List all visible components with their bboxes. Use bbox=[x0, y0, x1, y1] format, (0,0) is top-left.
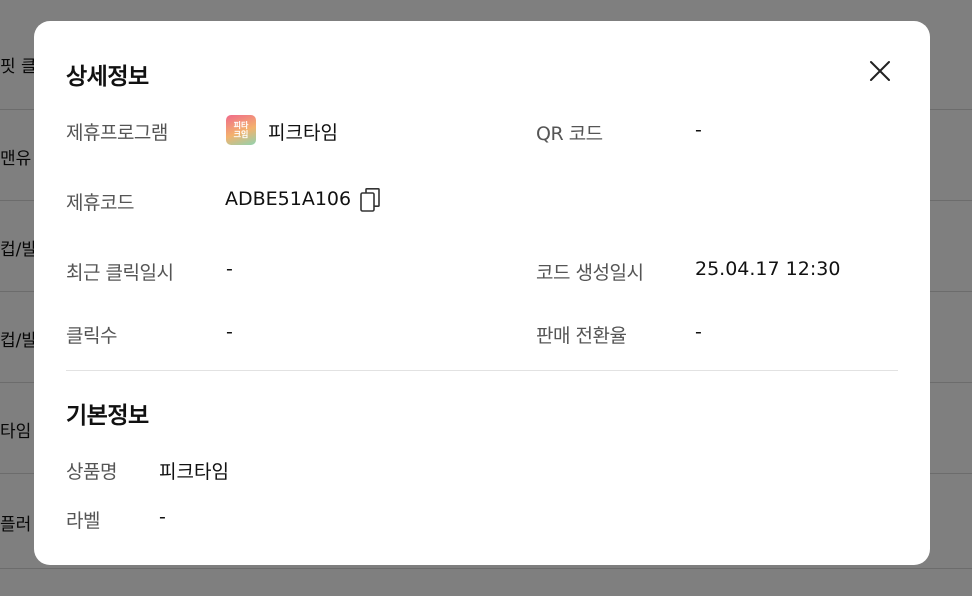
code-value: ADBE51A106 bbox=[225, 188, 352, 210]
qr-label: QR 코드 bbox=[536, 123, 603, 145]
program-logo-icon: 피타 크임 bbox=[226, 115, 256, 145]
detail-modal: 상세정보 제휴프로그램 피타 크임 피크타임 QR 코드 - 제휴코드 ADBE… bbox=[34, 21, 930, 565]
created-value: 25.04.17 12:30 bbox=[695, 258, 841, 280]
recent-click-label: 최근 클릭일시 bbox=[66, 262, 174, 284]
code-label: 제휴코드 bbox=[66, 192, 134, 214]
basic-info-title: 기본정보 bbox=[66, 403, 149, 429]
conversion-label: 판매 전환율 bbox=[536, 325, 627, 347]
recent-click-value: - bbox=[226, 258, 233, 280]
copy-icon bbox=[360, 188, 380, 212]
qr-value: - bbox=[695, 119, 702, 141]
product-value: 피크타임 bbox=[159, 461, 229, 483]
close-button[interactable] bbox=[868, 59, 892, 83]
product-label: 상품명 bbox=[66, 461, 117, 483]
program-name: 피크타임 bbox=[268, 122, 338, 144]
tag-label: 라벨 bbox=[66, 510, 100, 532]
modal-title: 상세정보 bbox=[66, 64, 149, 90]
created-label: 코드 생성일시 bbox=[536, 262, 644, 284]
section-divider bbox=[66, 370, 898, 371]
conversion-value: - bbox=[695, 321, 702, 343]
copy-code-button[interactable] bbox=[359, 187, 381, 213]
clicks-value: - bbox=[226, 321, 233, 343]
clicks-label: 클릭수 bbox=[66, 325, 117, 347]
program-label: 제휴프로그램 bbox=[66, 122, 168, 144]
program-logo-text: 피타 크임 bbox=[233, 121, 249, 139]
tag-value: - bbox=[159, 506, 166, 528]
close-icon bbox=[870, 61, 890, 81]
